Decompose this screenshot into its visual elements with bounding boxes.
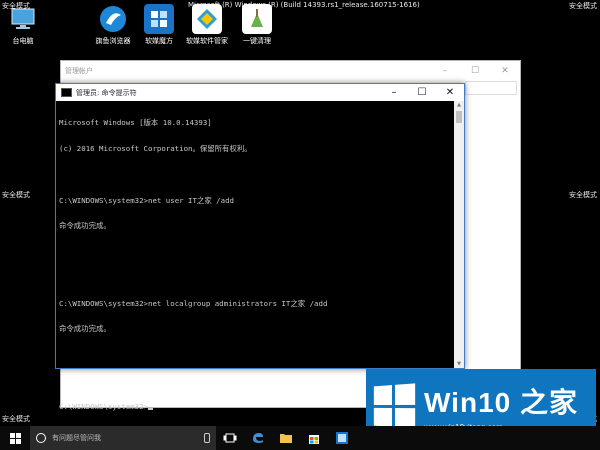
folder-icon <box>280 434 292 443</box>
cmd-line: (c) 2016 Microsoft Corporation。保留所有权利。 <box>59 143 252 153</box>
store-icon <box>309 435 319 444</box>
safe-mode-label-top-right: 安全模式 <box>569 2 597 10</box>
maximize-button[interactable]: ☐ <box>460 66 490 76</box>
windows-logo-icon <box>373 383 416 429</box>
cmd-line: Microsoft Windows [版本 10.0.14393] <box>59 118 212 128</box>
terminal-icon <box>61 88 72 97</box>
microphone-icon[interactable] <box>204 433 210 443</box>
cube-icon <box>144 4 174 34</box>
desktop-icon-cleanup[interactable]: 一键清理 <box>230 4 284 46</box>
minimize-button[interactable]: – <box>380 87 408 98</box>
cortana-icon <box>36 433 46 443</box>
start-button[interactable] <box>0 426 30 450</box>
cmd-line: C:\WINDOWS\system32>net localgroup admin… <box>59 298 328 308</box>
scrollbar-thumb[interactable] <box>456 111 462 123</box>
cmd-line <box>59 248 451 257</box>
address-box[interactable] <box>465 81 517 95</box>
maximize-button[interactable]: ☐ <box>408 87 436 98</box>
cmd-titlebar[interactable]: 管理员: 命令提示符 – ☐ ✕ <box>56 84 464 101</box>
cmd-line: 命令成功完成。 <box>59 324 111 334</box>
desktop-icon-cube[interactable]: 软媒魔方 <box>132 4 186 46</box>
scroll-down-arrow-icon[interactable]: ▼ <box>454 361 464 367</box>
command-prompt-window[interactable]: 管理员: 命令提示符 – ☐ ✕ Microsoft Windows [版本 1… <box>55 83 465 411</box>
minimize-button[interactable]: – <box>430 66 460 76</box>
computer-icon <box>8 4 38 34</box>
task-view-icon <box>223 433 237 443</box>
taskbar: 有问题尽管问我 <box>0 426 600 450</box>
cmd-title: 管理员: 命令提示符 <box>76 88 137 97</box>
close-button[interactable]: ✕ <box>490 66 520 76</box>
cmd-prompt: C:\WINDOWS\system32> <box>59 401 148 411</box>
cmd-line: 命令成功完成。 <box>59 221 111 231</box>
cmd-line <box>59 351 451 360</box>
edge-button[interactable] <box>244 426 272 450</box>
manage-accounts-titlebar[interactable]: 管理帐户 – ☐ ✕ <box>61 61 520 80</box>
desktop-icon-label: 台电脑 <box>12 37 34 45</box>
desktop-icon-label: 一键清理 <box>243 37 271 45</box>
text-cursor <box>148 407 153 410</box>
cmd-line <box>59 274 451 283</box>
desktop-icon-label: 软媒软件管家 <box>186 37 228 45</box>
software-manager-icon <box>192 4 222 34</box>
edge-icon <box>253 433 263 443</box>
task-view-button[interactable] <box>216 426 244 450</box>
cmd-scrollbar[interactable]: ▲ ▼ <box>454 101 464 368</box>
cmd-output[interactable]: Microsoft Windows [版本 10.0.14393] (c) 20… <box>56 101 454 411</box>
store-button[interactable] <box>300 426 328 450</box>
cmd-taskbar-button[interactable] <box>328 426 356 450</box>
desktop-icon-this-pc[interactable]: 台电脑 <box>0 4 50 46</box>
browser-icon <box>98 4 128 34</box>
safe-mode-label-mid-right: 安全模式 <box>569 191 597 199</box>
safe-mode-label-mid-left: 安全模式 <box>2 191 30 199</box>
cmd-line <box>59 171 451 180</box>
scroll-up-arrow-icon[interactable]: ▲ <box>454 102 464 108</box>
windows-start-icon <box>9 432 21 444</box>
cleanup-icon <box>242 4 272 34</box>
cmd-line: C:\WINDOWS\system32>net user IT之家 /add <box>59 195 234 205</box>
close-button[interactable]: ✕ <box>436 87 464 98</box>
cube-app-icon <box>336 432 348 444</box>
cortana-search-box[interactable]: 有问题尽管问我 <box>30 426 216 450</box>
desktop-icon-software-manager[interactable]: 软媒软件管家 <box>180 4 234 46</box>
desktop-icon-label: 软媒魔方 <box>145 37 173 45</box>
safe-mode-label-bottom-left: 安全模式 <box>2 415 30 423</box>
search-placeholder: 有问题尽管问我 <box>52 434 101 442</box>
watermark-brand: Win10 之家 <box>424 386 578 418</box>
manage-accounts-title: 管理帐户 <box>65 66 93 75</box>
file-explorer-button[interactable] <box>272 426 300 450</box>
